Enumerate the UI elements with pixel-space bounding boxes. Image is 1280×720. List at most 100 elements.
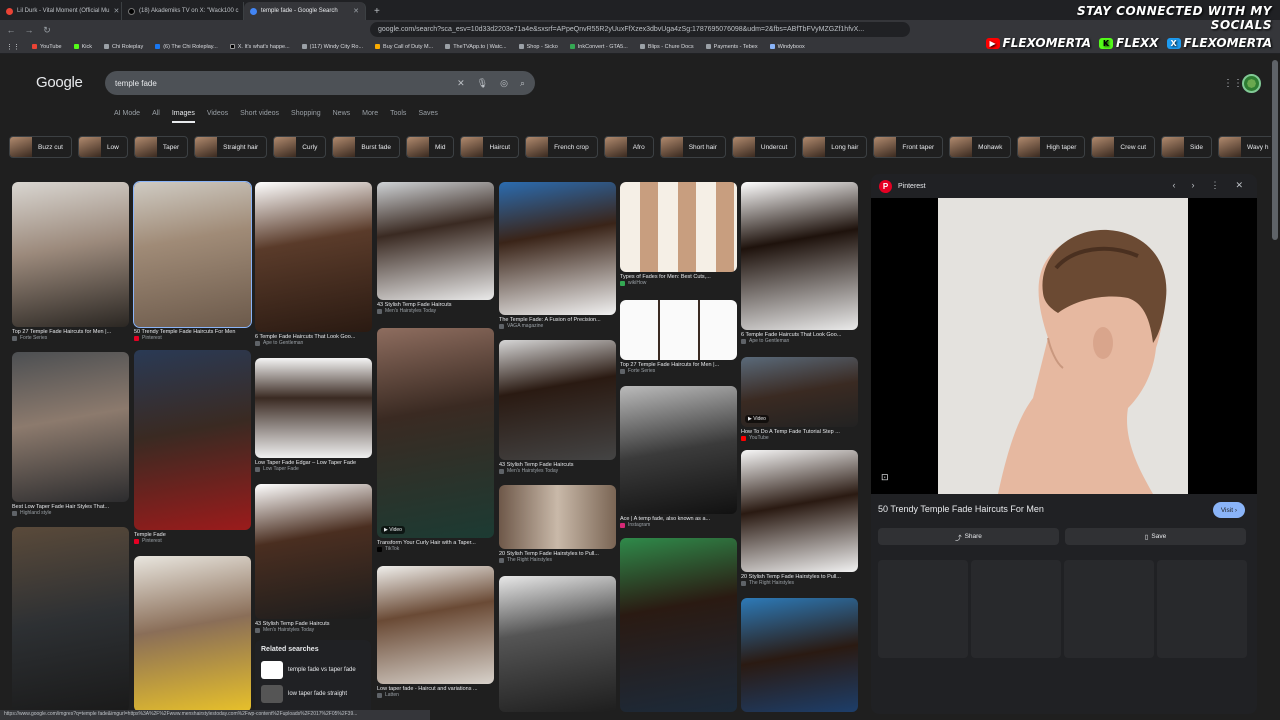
search-icon[interactable]: ⌕ [520,78,525,89]
preview-title[interactable]: 50 Trendy Temple Fade Haircuts For Men [878,504,1044,514]
visit-button[interactable]: Visit › [1212,502,1245,518]
image-result[interactable]: 43 Stylish Temp Fade Haircuts Men's Hair… [255,484,372,633]
bookmark[interactable]: (117) Windy City Ro... [301,44,363,50]
tab-news[interactable]: News [333,110,351,123]
scrollbar[interactable] [1272,60,1278,240]
image-result[interactable]: ▶ Video Transform Your Curly Hair with a… [377,328,494,552]
more-options-icon[interactable]: ⋮ [1210,180,1219,191]
bookmark[interactable]: Chi Roleplay [104,44,143,50]
image-result[interactable]: Top 27 Temple Fade Haircuts for Men |...… [12,182,129,341]
save-button[interactable]: ▯ Save [1065,528,1246,545]
apps-grid-icon[interactable]: ⋮⋮ [6,43,20,51]
new-tab-button[interactable]: + [366,2,388,20]
image-result[interactable]: The Temple Fade: A Fusion of Precision..… [499,182,616,329]
image-result[interactable]: 43 Stylish Temp Fade Haircuts Men's Hair… [377,182,494,314]
filter-chip[interactable]: Burst fade [332,136,400,158]
bookmark[interactable]: Buy Call of Duty M... [375,44,433,50]
back-icon[interactable]: ← [6,25,16,35]
tab-ai-mode[interactable]: AI Mode [114,110,140,123]
share-icon: ⤴ [955,534,962,542]
google-logo[interactable]: Google [36,74,83,91]
filter-chip[interactable]: Undercut [731,136,797,158]
tab-videos[interactable]: Videos [207,110,228,123]
image-result[interactable] [620,538,737,712]
image-result[interactable]: 43 Stylish Temp Fade Haircuts Men's Hair… [499,340,616,474]
filter-chip[interactable]: Straight hair [194,136,268,158]
lens-icon[interactable]: ⊡ [881,472,889,483]
close-icon[interactable]: ✕ [1235,180,1243,191]
reload-icon[interactable]: ↻ [42,25,52,36]
image-result[interactable]: Top 27 Temple Fade Haircuts for Men |...… [620,300,737,374]
image-result[interactable] [134,556,251,712]
tab-images[interactable]: Images [171,110,195,123]
browser-tab[interactable]: (18) Akademiks TV on X: "Wack100 c✕ [122,2,244,20]
image-result[interactable]: Low Taper Fade Edgar – Low Taper Fade Lo… [255,358,372,472]
browser-tab[interactable]: Lil Durk - Vital Moment (Official Mu ✕ [0,2,122,20]
filter-chip[interactable]: Haircut [460,136,520,158]
filter-chip[interactable]: Wavy h [1218,136,1271,158]
next-icon[interactable]: › [1191,180,1194,191]
tab-shopping[interactable]: Shopping [291,110,321,123]
bookmark[interactable]: X. It's what's happe... [229,44,290,50]
image-result[interactable]: 20 Stylish Temp Fade Hairstyles to Pull.… [499,485,616,563]
avatar[interactable] [1242,74,1261,93]
tab-short-videos[interactable]: Short videos [240,110,279,123]
previous-icon[interactable]: ‹ [1172,180,1175,191]
filter-chip[interactable]: Mid [406,136,455,158]
clear-icon[interactable]: ✕ [457,78,465,89]
bookmark[interactable]: YouTube [32,44,62,50]
image-result[interactable]: Types of Fades for Men: Best Cuts,... wi… [620,182,737,286]
filter-chip[interactable]: High taper [1017,136,1086,158]
filter-chip[interactable]: Front taper [873,136,944,158]
image-result[interactable]: Ace | A temp fade, also known as a... In… [620,386,737,528]
share-button[interactable]: ⤴ Share [878,528,1059,545]
bookmark[interactable]: Blips - Chure Docs [639,44,694,50]
filter-chip[interactable]: Low [77,136,128,158]
lens-icon[interactable]: ◎ [500,78,508,89]
related-search-item[interactable]: low taper fade straight [261,685,365,703]
filter-chip[interactable]: Buzz cut [9,136,72,158]
filter-chip[interactable]: Crew cut [1091,136,1156,158]
bookmark[interactable]: InkConvert - GTA5... [569,44,628,50]
forward-icon[interactable]: → [24,25,34,35]
tab-all[interactable]: All [152,110,160,123]
tab-tools[interactable]: Tools [390,110,406,123]
image-result[interactable]: Low taper fade - Haircut and variations … [377,566,494,698]
browser-tab-active[interactable]: temple fade - Google Search ✕ [244,2,366,20]
filter-chip[interactable]: Long hair [802,136,868,158]
preview-image[interactable] [871,198,1257,494]
filter-chip[interactable]: Curly [273,136,327,158]
image-result[interactable]: 6 Temple Fade Haircuts That Look Goo... … [255,182,372,346]
bookmark[interactable]: Kick [73,44,92,50]
filter-chip[interactable]: Afro [603,136,654,158]
close-icon[interactable]: ✕ [353,7,359,15]
bookmark[interactable]: Payments - Tebex [705,44,758,50]
related-search-item[interactable]: temple fade vs taper fade [261,661,365,679]
filter-chip[interactable]: Side [1161,136,1213,158]
close-icon[interactable]: ✕ [113,7,119,15]
image-result[interactable]: Best Low Taper Fade Hair Styles That... … [12,352,129,516]
microphone-icon[interactable]: 🎙 [477,78,488,89]
bookmark[interactable]: Windyboox [769,44,805,50]
result-thumbnail [134,556,251,712]
search-input[interactable]: temple fade ✕ 🎙 ◎ ⌕ [105,71,535,95]
image-result-selected[interactable]: 50 Trendy Temple Fade Haircuts For Men P… [133,181,252,341]
image-result[interactable]: 6 Temple Fade Haircuts That Look Goo... … [741,182,858,344]
image-result[interactable]: 20 Stylish Temp Fade Hairstyles to Pull.… [741,450,858,586]
pinterest-icon [134,335,139,341]
filter-chip[interactable]: Taper [133,136,189,158]
image-result[interactable]: ▶ Video How To Do A Temp Fade Tutorial S… [741,357,858,441]
bookmark[interactable]: (6) The Chi Roleplay... [155,44,218,50]
bookmark[interactable]: Shop - Sicko [518,44,558,50]
bookmark[interactable]: TheTVApp.to | Watc... [445,44,507,50]
filter-chip[interactable]: Mohawk [949,136,1012,158]
filter-chip[interactable]: Short hair [659,136,726,158]
image-result[interactable] [499,576,616,712]
image-result[interactable] [12,527,129,712]
image-result[interactable]: Temple Fade Pinterest [134,350,251,544]
filter-chip[interactable]: French crop [525,136,598,158]
url-field[interactable]: google.com/search?sca_esv=10d33d2203e71a… [370,22,910,37]
tab-more[interactable]: More [362,110,378,123]
image-result[interactable] [741,598,858,712]
tab-saves[interactable]: Saves [418,110,437,123]
